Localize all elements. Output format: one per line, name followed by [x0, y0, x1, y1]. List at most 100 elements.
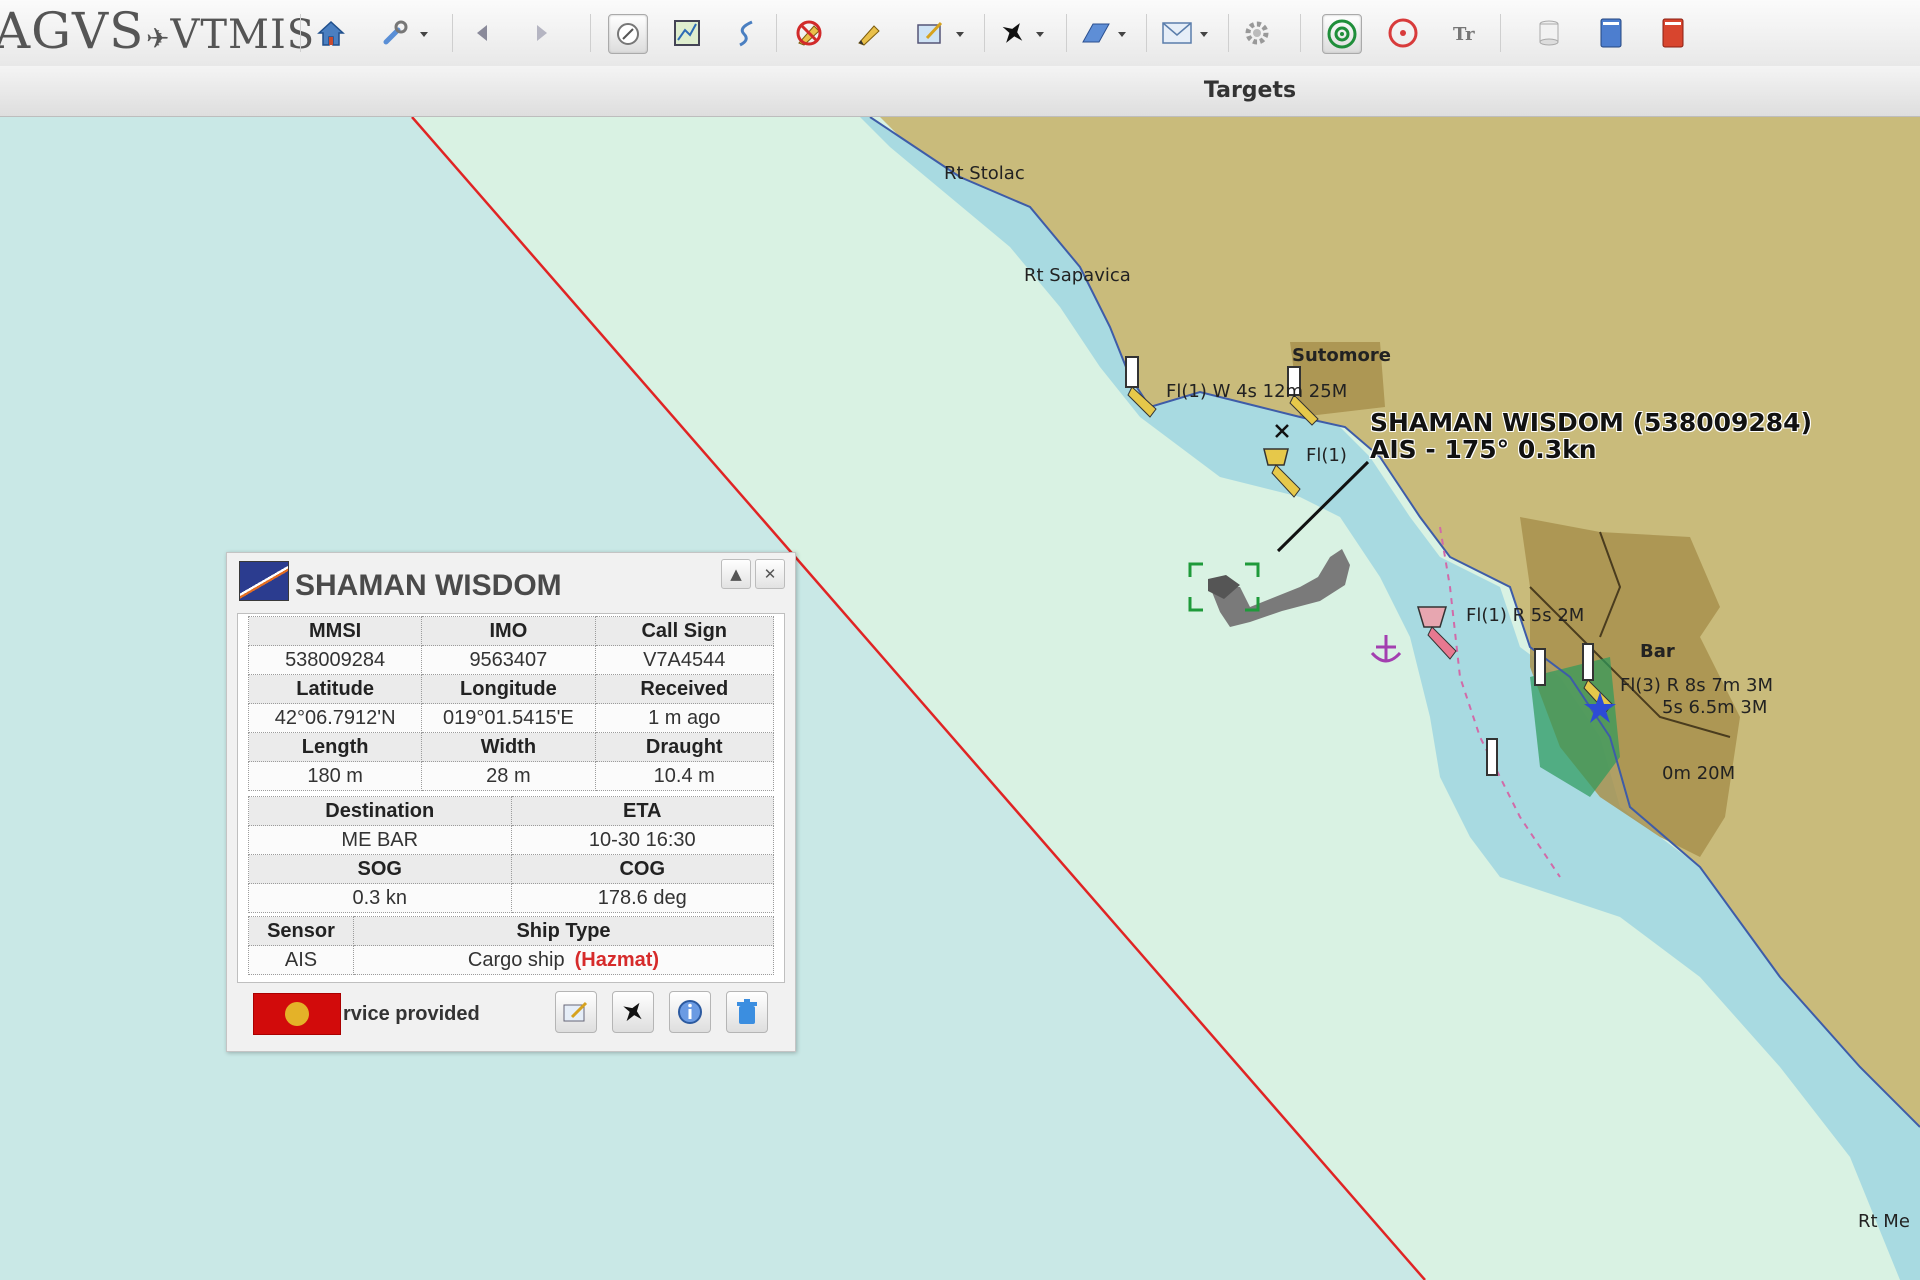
edit-icon	[858, 25, 880, 46]
aircraft-target-button[interactable]	[612, 991, 654, 1033]
sensor-label: Sensor	[248, 916, 354, 946]
target-icon	[917, 21, 943, 44]
edit-target-button[interactable]	[555, 991, 597, 1033]
chevron-up-icon: ▲	[730, 565, 742, 583]
forward-arrow-icon	[537, 25, 547, 41]
eta-value: 10-30 16:30	[510, 825, 774, 855]
red-book-icon	[1662, 18, 1684, 48]
aircraft-button[interactable]	[994, 14, 1032, 52]
no-edit-button[interactable]	[790, 14, 828, 52]
vtmis-wing-icon: ✈	[146, 22, 171, 55]
received-value: 1 m ago	[594, 703, 774, 733]
cylinder-icon	[1539, 20, 1559, 46]
mmsi-value: 538009284	[247, 645, 423, 675]
back-button[interactable]	[464, 14, 502, 52]
shiptype-label: Ship Type	[353, 916, 774, 946]
radar-on-button[interactable]	[1322, 14, 1362, 54]
blue-book-button[interactable]	[1592, 14, 1630, 52]
label-light-2: Fl(1)	[1306, 445, 1347, 466]
no-edit-icon	[796, 20, 822, 46]
delete-button[interactable]	[726, 991, 768, 1033]
home-button[interactable]	[312, 14, 350, 52]
info-button[interactable]	[669, 991, 711, 1033]
cog-label: COG	[510, 854, 774, 884]
layer-icon	[1082, 23, 1110, 43]
radar-off-button[interactable]	[1384, 14, 1422, 52]
vessel-map-label[interactable]: SHAMAN WISDOM (538009284) AIS - 175° 0.3…	[1370, 409, 1812, 463]
mmsi-label: MMSI	[247, 616, 423, 646]
pen-icon	[617, 23, 639, 45]
length-label: Length	[247, 732, 423, 762]
label-light-4: Fl(3) R 8s 7m 3M	[1620, 675, 1774, 696]
montenegro-flag-icon	[253, 993, 341, 1035]
eta-label: ETA	[510, 796, 774, 826]
text-button[interactable]: Tr	[1446, 14, 1484, 52]
light-buoy-4	[1534, 648, 1546, 686]
aircraft-icon	[1002, 23, 1023, 43]
vessel-flag-icon	[239, 561, 289, 601]
vtmis-logo: ✈VTMIS	[146, 12, 316, 58]
back-arrow-icon	[477, 25, 487, 41]
label-light-5: 5s 6.5m 3M	[1662, 697, 1768, 718]
edit-button[interactable]	[850, 14, 888, 52]
shiptype-value: Cargo ship (Hazmat)	[353, 945, 774, 975]
length-value: 180 m	[247, 761, 423, 791]
sensor-value: AIS	[248, 945, 354, 975]
draught-label: Draught	[594, 732, 774, 762]
imo-label: IMO	[421, 616, 596, 646]
collapse-button[interactable]: ▲	[721, 559, 751, 589]
close-button[interactable]: ✕	[755, 559, 785, 589]
sog-label: SOG	[248, 854, 512, 884]
agvs-logo: AGVS	[0, 2, 145, 60]
layer-button[interactable]	[1076, 14, 1114, 52]
blue-book-icon	[1600, 18, 1622, 48]
destination-value: ME BAR	[248, 825, 512, 855]
tools-icon	[383, 20, 408, 45]
cog-value: 178.6 deg	[510, 883, 774, 913]
label-light-3: Fl(1) R 5s 2M	[1466, 605, 1585, 626]
label-rt-stolac: Rt Stolac	[944, 163, 1025, 184]
popup-title: SHAMAN WISDOM	[295, 569, 562, 602]
mail-icon	[1162, 22, 1192, 44]
trash-icon	[737, 999, 757, 1024]
edit-icon	[563, 1001, 588, 1022]
vessel-info-table: MMSI IMO Call Sign 538009284 9563407 V7A…	[237, 613, 785, 983]
route-tool-button[interactable]	[728, 14, 766, 52]
red-book-button[interactable]	[1654, 14, 1692, 52]
forward-button[interactable]	[522, 14, 560, 52]
text-icon: Tr	[1453, 24, 1475, 45]
flag-emblem-icon	[285, 1002, 309, 1026]
service-provided-text: rvice provided	[343, 1003, 480, 1025]
cylinder-button[interactable]	[1530, 14, 1568, 52]
label-light-1: Fl(1) W 4s 12m 25M	[1166, 381, 1348, 402]
target-tool-button[interactable]	[912, 14, 950, 52]
hazmat-badge: (Hazmat)	[574, 948, 660, 971]
settings-button[interactable]	[1238, 14, 1276, 52]
target-info-popup: SHAMAN WISDOM ▲ ✕ MMSI IMO Call Sign 538…	[226, 552, 796, 1052]
aircraft-icon	[623, 1002, 642, 1022]
label-bar: Bar	[1640, 641, 1675, 662]
width-label: Width	[421, 732, 596, 762]
targets-bar: Targets	[0, 66, 1920, 117]
chart-icon	[674, 20, 700, 46]
callsign-label: Call Sign	[594, 616, 774, 646]
destination-label: Destination	[248, 796, 512, 826]
radar-off-icon	[1388, 18, 1418, 48]
draught-value: 10.4 m	[594, 761, 774, 791]
longitude-value: 019°01.5415'E	[421, 703, 596, 733]
received-label: Received	[594, 674, 774, 704]
tools-button[interactable]	[376, 14, 414, 52]
settings-icon	[1245, 21, 1269, 45]
close-icon: ✕	[763, 565, 777, 583]
callsign-value: V7A4544	[594, 645, 774, 675]
sog-value: 0.3 kn	[248, 883, 512, 913]
width-value: 28 m	[421, 761, 596, 791]
targets-title[interactable]: Targets	[1170, 78, 1330, 103]
mail-button[interactable]	[1158, 14, 1196, 52]
select-tool-button[interactable]	[608, 14, 648, 54]
chart-tool-button[interactable]	[668, 14, 706, 52]
label-rt-sapavica: Rt Sapavica	[1024, 265, 1131, 286]
label-sutomore: Sutomore	[1292, 345, 1391, 366]
latitude-value: 42°06.7912'N	[247, 703, 423, 733]
home-icon	[317, 20, 345, 46]
